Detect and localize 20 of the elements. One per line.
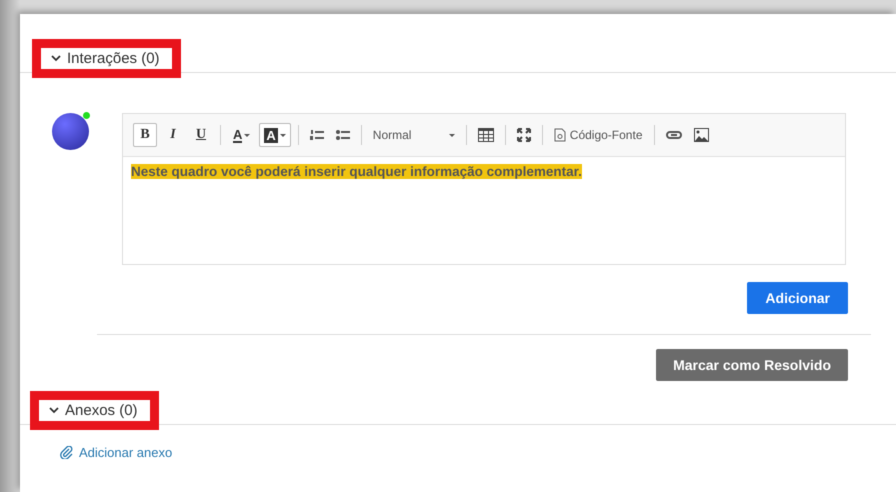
background-color-button[interactable]: A [259, 123, 291, 147]
section-header[interactable]: Interações (0) [32, 39, 181, 78]
chevron-down-icon [49, 407, 59, 414]
underline-button[interactable]: U [189, 123, 213, 147]
paperclip-icon [60, 446, 73, 459]
source-code-button[interactable]: Código-Fonte [550, 123, 646, 147]
add-button[interactable]: Adicionar [747, 282, 848, 314]
add-attachment-link[interactable]: Adicionar anexo [60, 445, 172, 460]
mark-resolved-button[interactable]: Marcar como Resolvido [656, 349, 848, 381]
italic-button[interactable]: I [161, 123, 185, 147]
editor-text: Neste quadro você poderá inserir qualquer informação complementar. [131, 164, 582, 179]
bold-button[interactable]: B [133, 123, 157, 147]
style-select[interactable]: Normal [368, 123, 459, 147]
document-icon [554, 128, 566, 142]
text-color-button[interactable]: A [228, 123, 256, 147]
chevron-down-icon [51, 55, 61, 62]
text-editor[interactable]: B I U A A Normal Código-Fonte Neste quadro você poderá inserir qualquer informação complementar. [122, 113, 846, 265]
section-title: Anexos (0) [65, 402, 138, 419]
section-header[interactable]: Anexos (0) [30, 391, 159, 430]
section-title: Interações (0) [67, 50, 160, 67]
